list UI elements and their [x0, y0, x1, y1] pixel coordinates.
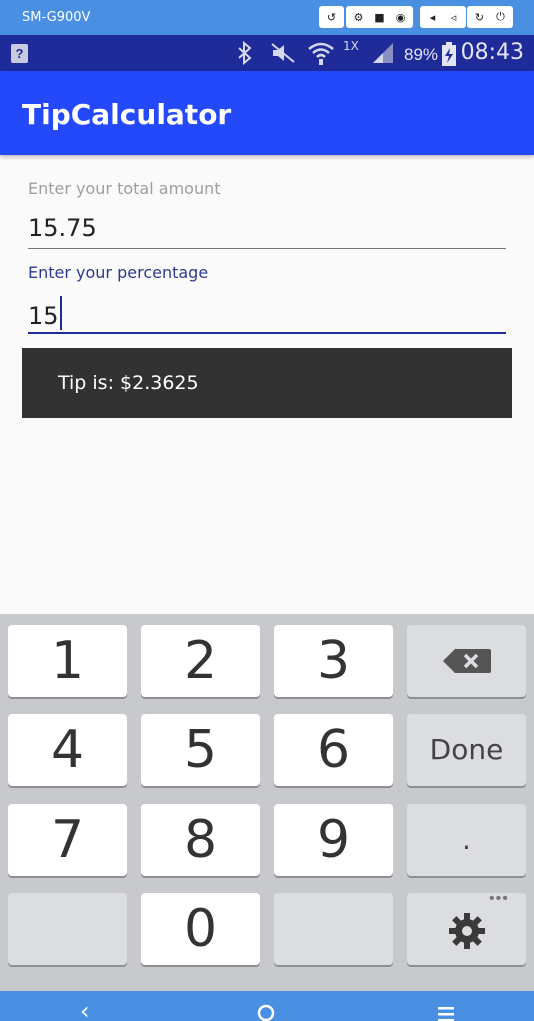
emulator-power-group: ↻ ⏻ [467, 6, 513, 28]
done-label: Done [429, 733, 504, 766]
percentage-value: 15 [28, 302, 59, 330]
clock: 08:43 [460, 40, 524, 65]
home-icon[interactable] [256, 1001, 276, 1021]
total-amount-label: Enter your total amount [28, 179, 221, 198]
key-2[interactable]: 2 [141, 625, 260, 697]
signal-icon [371, 41, 395, 69]
rotate-icon[interactable]: ↺ [322, 8, 341, 27]
emulator-media-group: ⚙ ■ ◉ [346, 6, 413, 28]
key-label: 2 [183, 631, 218, 691]
key-5[interactable]: 5 [141, 714, 260, 786]
menu-icon[interactable] [436, 1003, 456, 1021]
video-icon[interactable]: ■ [370, 8, 389, 27]
settings-icon [448, 913, 485, 949]
key-label: 6 [316, 720, 351, 780]
settings-icon[interactable]: ⚙ [349, 8, 368, 27]
blank-key-right[interactable] [274, 893, 393, 965]
key-label: 8 [183, 810, 218, 870]
percentage-label: Enter your percentage [28, 263, 209, 282]
percentage-input[interactable]: 15 [28, 296, 62, 330]
key-1[interactable]: 1 [8, 625, 127, 697]
network-type-label: 1X [343, 39, 359, 53]
percentage-underline [28, 332, 506, 334]
tip-message: Tip is: $2.3625 [58, 372, 199, 394]
tip-toast: Tip is: $2.3625 [22, 348, 512, 418]
key-3[interactable]: 3 [274, 625, 393, 697]
key-9[interactable]: 9 [274, 804, 393, 876]
key-label: 7 [50, 810, 85, 870]
mute-icon [270, 41, 296, 69]
back-icon[interactable]: ‹ [80, 997, 90, 1021]
key-0[interactable]: 0 [141, 893, 260, 965]
total-amount-underline [28, 248, 506, 249]
battery-charging-icon [442, 42, 456, 70]
app-bar: TipCalculator [0, 71, 534, 155]
key-8[interactable]: 8 [141, 804, 260, 876]
emulator-toolbar: SM-G900V ↺ ⚙ ■ ◉ ◂ ◃ ↻ ⏻ [0, 0, 534, 35]
power-icon[interactable]: ⏻ [491, 8, 510, 27]
key-label: 3 [316, 631, 351, 691]
done-key[interactable]: Done [407, 714, 526, 786]
key-label: 4 [50, 720, 85, 780]
key-6[interactable]: 6 [274, 714, 393, 786]
key-7[interactable]: 7 [8, 804, 127, 876]
total-amount-input[interactable]: 15.75 [28, 214, 97, 242]
wifi-icon [307, 41, 335, 71]
app-title: TipCalculator [22, 98, 232, 131]
emulator-volume-group: ◂ ◃ [420, 6, 466, 28]
emulator-rotate-group: ↺ [319, 6, 344, 28]
bluetooth-icon [236, 40, 254, 69]
decimal-label: . [462, 823, 471, 856]
more-options-icon[interactable]: ••• [489, 890, 509, 908]
key-label: 5 [183, 720, 218, 780]
backspace-icon [442, 649, 491, 673]
navigation-bar: ‹ [0, 991, 534, 1021]
decimal-key[interactable]: . [407, 804, 526, 876]
blank-key-left[interactable] [8, 893, 127, 965]
volume-down-icon[interactable]: ◂ [423, 8, 442, 27]
device-name: SM-G900V [22, 10, 91, 25]
key-label: 0 [183, 899, 218, 959]
key-4[interactable]: 4 [8, 714, 127, 786]
text-cursor [59, 296, 62, 330]
battery-percent: 89% [404, 45, 439, 64]
refresh-icon[interactable]: ↻ [470, 8, 489, 27]
backspace-key[interactable] [407, 625, 526, 697]
volume-up-icon[interactable]: ◃ [444, 8, 463, 27]
key-label: 9 [316, 810, 351, 870]
unknown-app-icon: ? [11, 44, 28, 63]
status-bar: ? 1X 89% 08:43 [0, 35, 534, 71]
camera-icon[interactable]: ◉ [391, 8, 410, 27]
key-label: 1 [50, 631, 85, 691]
